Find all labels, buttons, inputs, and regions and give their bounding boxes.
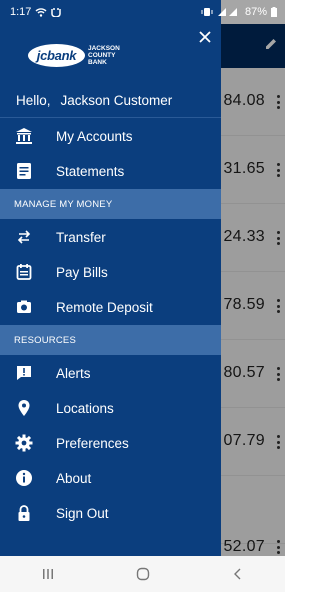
menu-item-statements[interactable]: Statements	[0, 154, 221, 188]
menu-item-label: Transfer	[56, 229, 106, 245]
menu-item-label: Pay Bills	[56, 264, 108, 280]
wifi-icon	[35, 8, 47, 17]
logo-brand: jcbank	[36, 48, 77, 63]
gear-icon	[14, 433, 34, 453]
logo-line: JACKSON	[88, 45, 120, 52]
carrier-icon	[51, 8, 62, 17]
recent-apps-button[interactable]	[28, 564, 68, 584]
close-icon[interactable]	[198, 30, 212, 44]
section-label: MANAGE MY MONEY	[14, 198, 113, 210]
back-button[interactable]	[218, 564, 258, 584]
greeting-hello: Hello,	[16, 93, 51, 108]
menu-item-transfer[interactable]: Transfer	[0, 220, 221, 254]
menu-item-label: My Accounts	[56, 128, 133, 144]
menu-item-label: Locations	[56, 400, 114, 416]
battery-percent: 87%	[244, 6, 267, 18]
signal-icon	[217, 8, 237, 16]
logo-line: COUNTY	[88, 52, 116, 59]
menu-item-locations[interactable]: Locations	[0, 391, 221, 425]
menu-item-label: Statements	[56, 163, 125, 179]
status-bar: 1:17 87%	[0, 0, 285, 24]
location-pin-icon	[14, 398, 34, 418]
vibrate-icon	[201, 8, 213, 16]
menu-item-label: Alerts	[56, 365, 91, 381]
pay-bills-icon	[14, 262, 34, 282]
divider	[0, 117, 221, 118]
section-header-manage-money: MANAGE MY MONEY	[0, 189, 221, 219]
alert-icon	[14, 363, 34, 383]
menu-item-sign-out[interactable]: Sign Out	[0, 496, 221, 530]
bank-logo: jcbank JACKSON COUNTY BANK	[28, 44, 120, 67]
back-icon	[233, 568, 240, 580]
menu-item-label: Sign Out	[56, 505, 109, 521]
menu-item-my-accounts[interactable]: My Accounts	[0, 119, 221, 153]
recent-apps-icon	[42, 569, 53, 579]
home-button[interactable]	[123, 564, 163, 584]
section-header-resources: RESOURCES	[0, 325, 221, 355]
navigation-drawer: jcbank JACKSON COUNTY BANK Hello, Jackson…	[0, 0, 221, 556]
lock-icon	[14, 503, 34, 523]
logo-line: BANK	[88, 59, 107, 66]
home-icon	[136, 567, 149, 581]
info-icon	[14, 468, 34, 488]
customer-name: Jackson Customer	[60, 93, 173, 108]
battery-icon	[271, 7, 277, 17]
menu-item-remote-deposit[interactable]: Remote Deposit	[0, 290, 221, 324]
logo-mark: jcbank	[28, 44, 85, 67]
menu-item-pay-bills[interactable]: Pay Bills	[0, 255, 221, 289]
statements-icon	[14, 161, 34, 181]
logo-text: JACKSON COUNTY BANK	[88, 45, 120, 66]
system-nav-bar	[0, 556, 285, 592]
menu-item-preferences[interactable]: Preferences	[0, 426, 221, 460]
menu-item-label: About	[56, 470, 92, 486]
menu-item-label: Preferences	[56, 435, 129, 451]
menu-item-about[interactable]: About	[0, 461, 221, 495]
status-time: 1:17	[10, 6, 32, 18]
greeting: Hello, Jackson Customer	[16, 93, 216, 108]
menu-item-alerts[interactable]: Alerts	[0, 356, 221, 390]
menu-item-label: Remote Deposit	[56, 299, 153, 315]
transfer-icon	[14, 227, 34, 247]
camera-icon	[14, 297, 34, 317]
section-label: RESOURCES	[14, 334, 76, 346]
bank-icon	[14, 126, 34, 146]
